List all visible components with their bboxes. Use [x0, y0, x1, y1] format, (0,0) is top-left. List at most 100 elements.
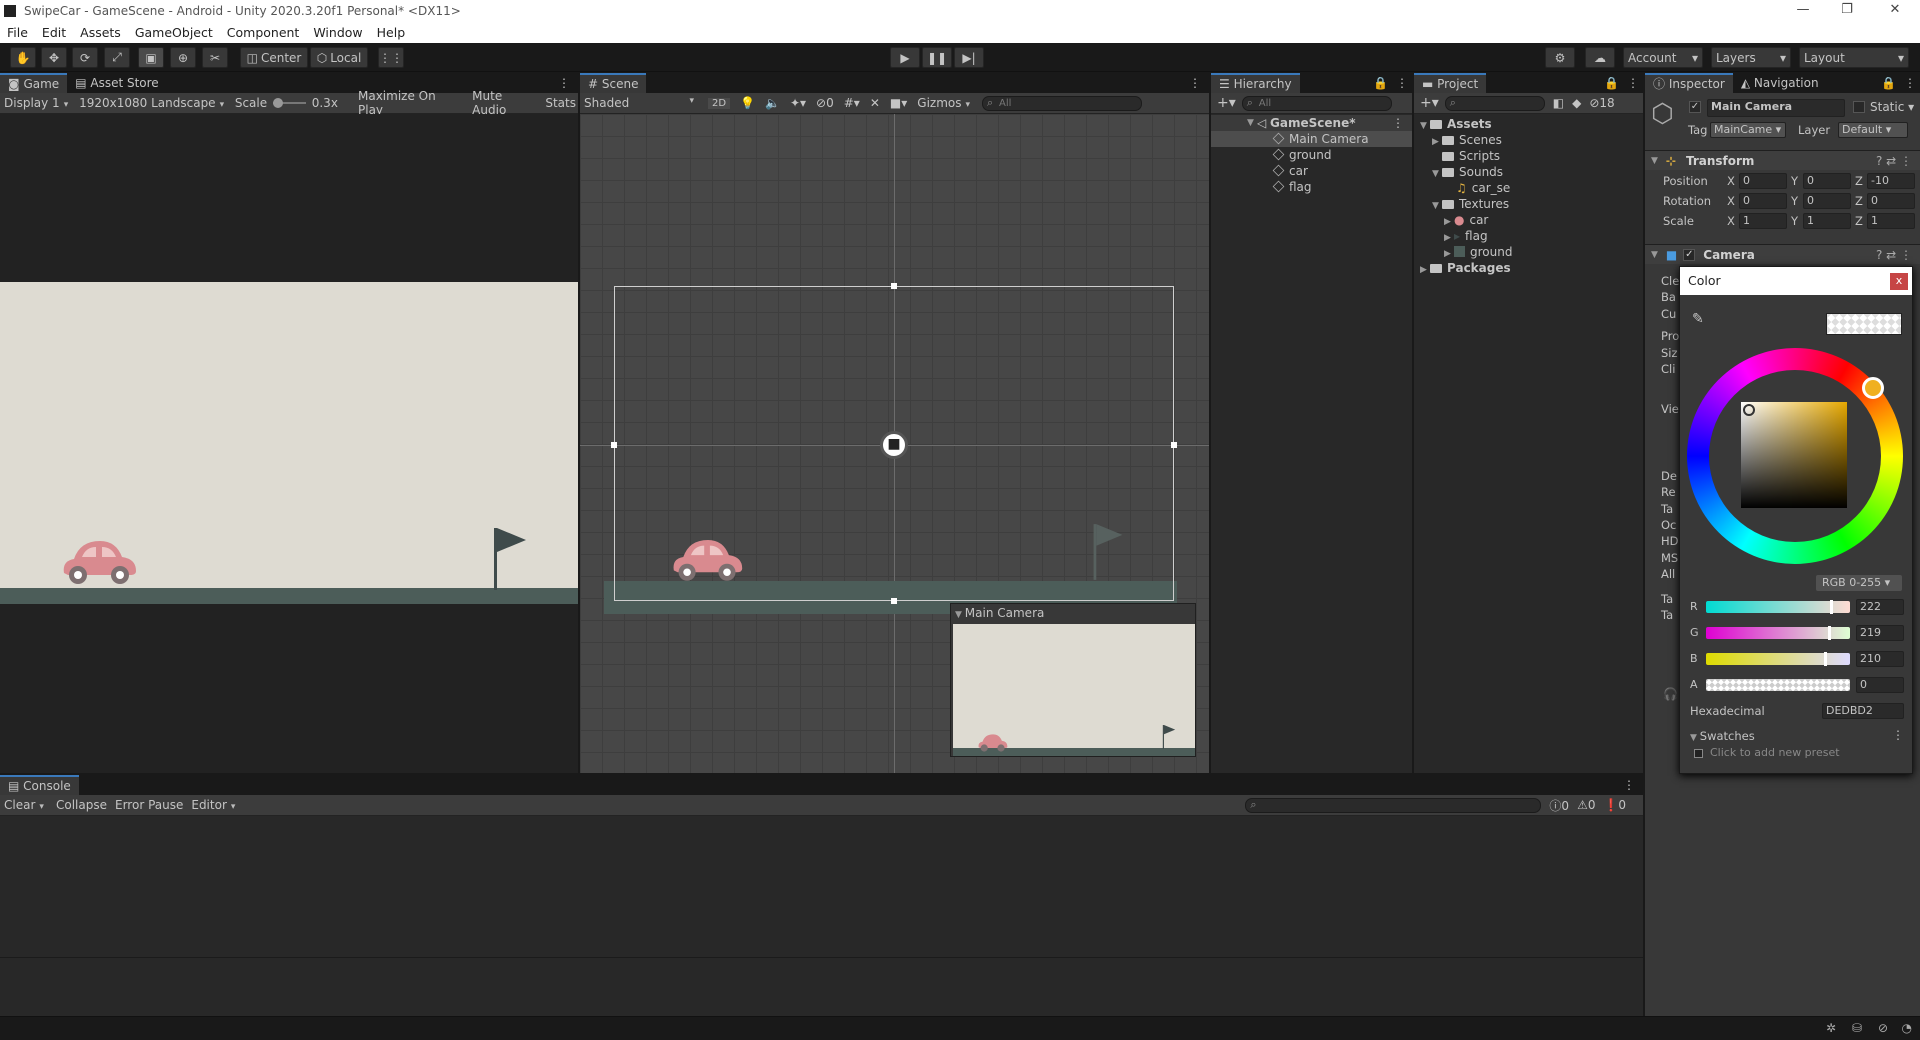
asset-flag[interactable]: ▶ ▸ flag: [1414, 228, 1643, 244]
tab-game[interactable]: ◙ Game: [0, 73, 68, 93]
collab-icon[interactable]: ⚙: [1545, 47, 1575, 68]
folder-packages[interactable]: ▶ Packages: [1414, 260, 1643, 276]
folder-textures[interactable]: ▼ Textures: [1414, 196, 1643, 212]
mute-audio-toggle[interactable]: Mute Audio: [466, 89, 543, 117]
alpha-value-field[interactable]: 0: [1856, 677, 1904, 693]
minimize-button[interactable]: —: [1783, 0, 1823, 22]
create-plus-icon[interactable]: +▾: [1211, 95, 1242, 111]
tab-asset-store[interactable]: ▤ Asset Store: [67, 73, 167, 93]
menu-window[interactable]: Window: [306, 25, 369, 40]
grid-snap-icon[interactable]: ⋮⋮: [378, 47, 404, 68]
cloud-icon[interactable]: ☁: [1585, 47, 1615, 68]
camera-enabled-checkbox[interactable]: ✓: [1683, 248, 1696, 261]
shading-dropdown[interactable]: Shaded: [580, 96, 698, 110]
position-y-field[interactable]: 0: [1803, 173, 1851, 189]
camera-menu-icon[interactable]: ? ⇄ ⋮: [1876, 248, 1912, 262]
swatches-header[interactable]: ▼ Swatches: [1690, 729, 1755, 743]
menu-gameobject[interactable]: GameObject: [128, 25, 220, 40]
editor-dropdown[interactable]: Editor: [187, 798, 239, 812]
move-tool-icon[interactable]: ✥: [41, 47, 67, 68]
step-button[interactable]: ▶|: [954, 47, 984, 68]
folder-scenes[interactable]: ▶ Scenes: [1414, 132, 1643, 148]
collapse-toggle[interactable]: Collapse: [52, 798, 111, 812]
menu-assets[interactable]: Assets: [73, 25, 128, 40]
effects-icon[interactable]: ✦▾: [790, 96, 806, 110]
hue-handle[interactable]: [1862, 377, 1884, 399]
error-count-toggle[interactable]: ❗0: [1603, 798, 1626, 812]
green-value-field[interactable]: 219: [1856, 625, 1904, 641]
lighting-icon[interactable]: 💡: [740, 96, 755, 110]
game-viewport[interactable]: [0, 282, 578, 604]
hidden-packages-icon[interactable]: ⊘: [1589, 96, 1599, 110]
camera-header[interactable]: ▼ ■ ✓ Camera ? ⇄ ⋮: [1645, 244, 1920, 264]
object-name-field[interactable]: Main Camera: [1707, 99, 1845, 117]
scale-x-field[interactable]: 1: [1739, 213, 1787, 229]
swatches-menu-icon[interactable]: ⋮: [1892, 728, 1904, 742]
hierarchy-menu-icon[interactable]: ⋮: [1392, 73, 1412, 93]
rotation-z-field[interactable]: 0: [1867, 193, 1915, 209]
filter-type-icon[interactable]: ◧: [1553, 96, 1564, 110]
alpha-slider[interactable]: [1706, 679, 1850, 691]
custom-tool-icon[interactable]: ✂: [202, 47, 228, 68]
layer-dropdown[interactable]: Default ▾: [1838, 122, 1908, 138]
sv-handle[interactable]: [1743, 404, 1755, 416]
play-button[interactable]: ▶: [890, 47, 920, 68]
inspector-menu-icon[interactable]: ⋮: [1900, 73, 1920, 93]
tab-scene[interactable]: # Scene: [580, 73, 647, 93]
color-mode-dropdown[interactable]: RGB 0-255 ▾: [1816, 575, 1902, 591]
camera-icon[interactable]: ■▾: [890, 96, 907, 110]
cache-icon[interactable]: ⛁: [1852, 1021, 1862, 1035]
console-search[interactable]: [1245, 797, 1542, 813]
layout-dropdown[interactable]: Layout ▾: [1799, 47, 1909, 68]
blue-value-field[interactable]: 210: [1856, 651, 1904, 667]
tools-icon[interactable]: ✕: [870, 96, 880, 110]
scene-flag[interactable]: [1090, 523, 1126, 581]
hierarchy-item-main-camera[interactable]: Main Camera: [1211, 131, 1412, 147]
layers-dropdown[interactable]: Layers ▾: [1711, 47, 1791, 68]
warning-count-toggle[interactable]: ⚠0: [1577, 798, 1595, 812]
green-slider[interactable]: [1706, 626, 1850, 640]
static-dropdown[interactable]: Static ▾: [1870, 100, 1914, 114]
hex-field[interactable]: DEDBD2: [1822, 703, 1904, 719]
console-menu-icon[interactable]: ⋮: [1615, 775, 1643, 795]
project-lock-icon[interactable]: 🔒: [1600, 73, 1623, 93]
asset-car[interactable]: ▶ ● car: [1414, 212, 1643, 228]
maximize-on-play-toggle[interactable]: Maximize On Play: [352, 89, 466, 117]
menu-file[interactable]: File: [0, 25, 35, 40]
inspector-lock-icon[interactable]: 🔒: [1877, 73, 1900, 93]
eyedropper-icon[interactable]: ✎: [1692, 311, 1704, 327]
display-dropdown[interactable]: Display 1: [0, 96, 75, 110]
scene-viewport[interactable]: ■ ▼ Main Camera: [580, 114, 1209, 773]
hierarchy-search[interactable]: All: [1241, 95, 1392, 111]
close-window-button[interactable]: ✕: [1875, 0, 1915, 22]
project-menu-icon[interactable]: ⋮: [1623, 73, 1643, 93]
audio-icon[interactable]: 🔈: [765, 96, 780, 110]
asset-car-se[interactable]: ♫ car_se: [1414, 180, 1643, 196]
scale-tool-icon[interactable]: ⤢: [104, 47, 130, 68]
tag-dropdown[interactable]: MainCame ▾: [1710, 122, 1786, 138]
color-picker-close-button[interactable]: x: [1890, 273, 1908, 290]
scale-slider[interactable]: [273, 98, 306, 108]
resolution-dropdown[interactable]: 1920x1080 Landscape: [75, 96, 229, 110]
grid-icon[interactable]: #▾: [844, 96, 860, 110]
clear-button[interactable]: Clear: [0, 798, 52, 812]
asset-ground[interactable]: ▶ ground: [1414, 244, 1643, 260]
folder-assets[interactable]: ▼ Assets: [1414, 116, 1643, 132]
hierarchy-item-ground[interactable]: ground: [1211, 147, 1412, 163]
red-value-field[interactable]: 222: [1856, 599, 1904, 615]
menu-help[interactable]: Help: [370, 25, 413, 40]
rect-tool-icon[interactable]: ▣: [138, 47, 164, 68]
folder-sounds[interactable]: ▼ Sounds: [1414, 164, 1643, 180]
scale-y-field[interactable]: 1: [1803, 213, 1851, 229]
transform-tool-icon[interactable]: ⊕: [170, 47, 196, 68]
scene-menu-icon[interactable]: ⋮: [1181, 73, 1209, 93]
saturation-value-square[interactable]: [1741, 402, 1847, 508]
scene-search[interactable]: All: [982, 95, 1143, 111]
active-checkbox[interactable]: ✓: [1689, 101, 1701, 113]
blue-slider[interactable]: [1706, 652, 1850, 666]
folder-scripts[interactable]: Scripts: [1414, 148, 1643, 164]
rotation-y-field[interactable]: 0: [1803, 193, 1851, 209]
gizmos-dropdown[interactable]: Gizmos: [913, 96, 974, 110]
position-z-field[interactable]: -10: [1867, 173, 1915, 189]
pause-button[interactable]: ❚❚: [922, 47, 952, 68]
